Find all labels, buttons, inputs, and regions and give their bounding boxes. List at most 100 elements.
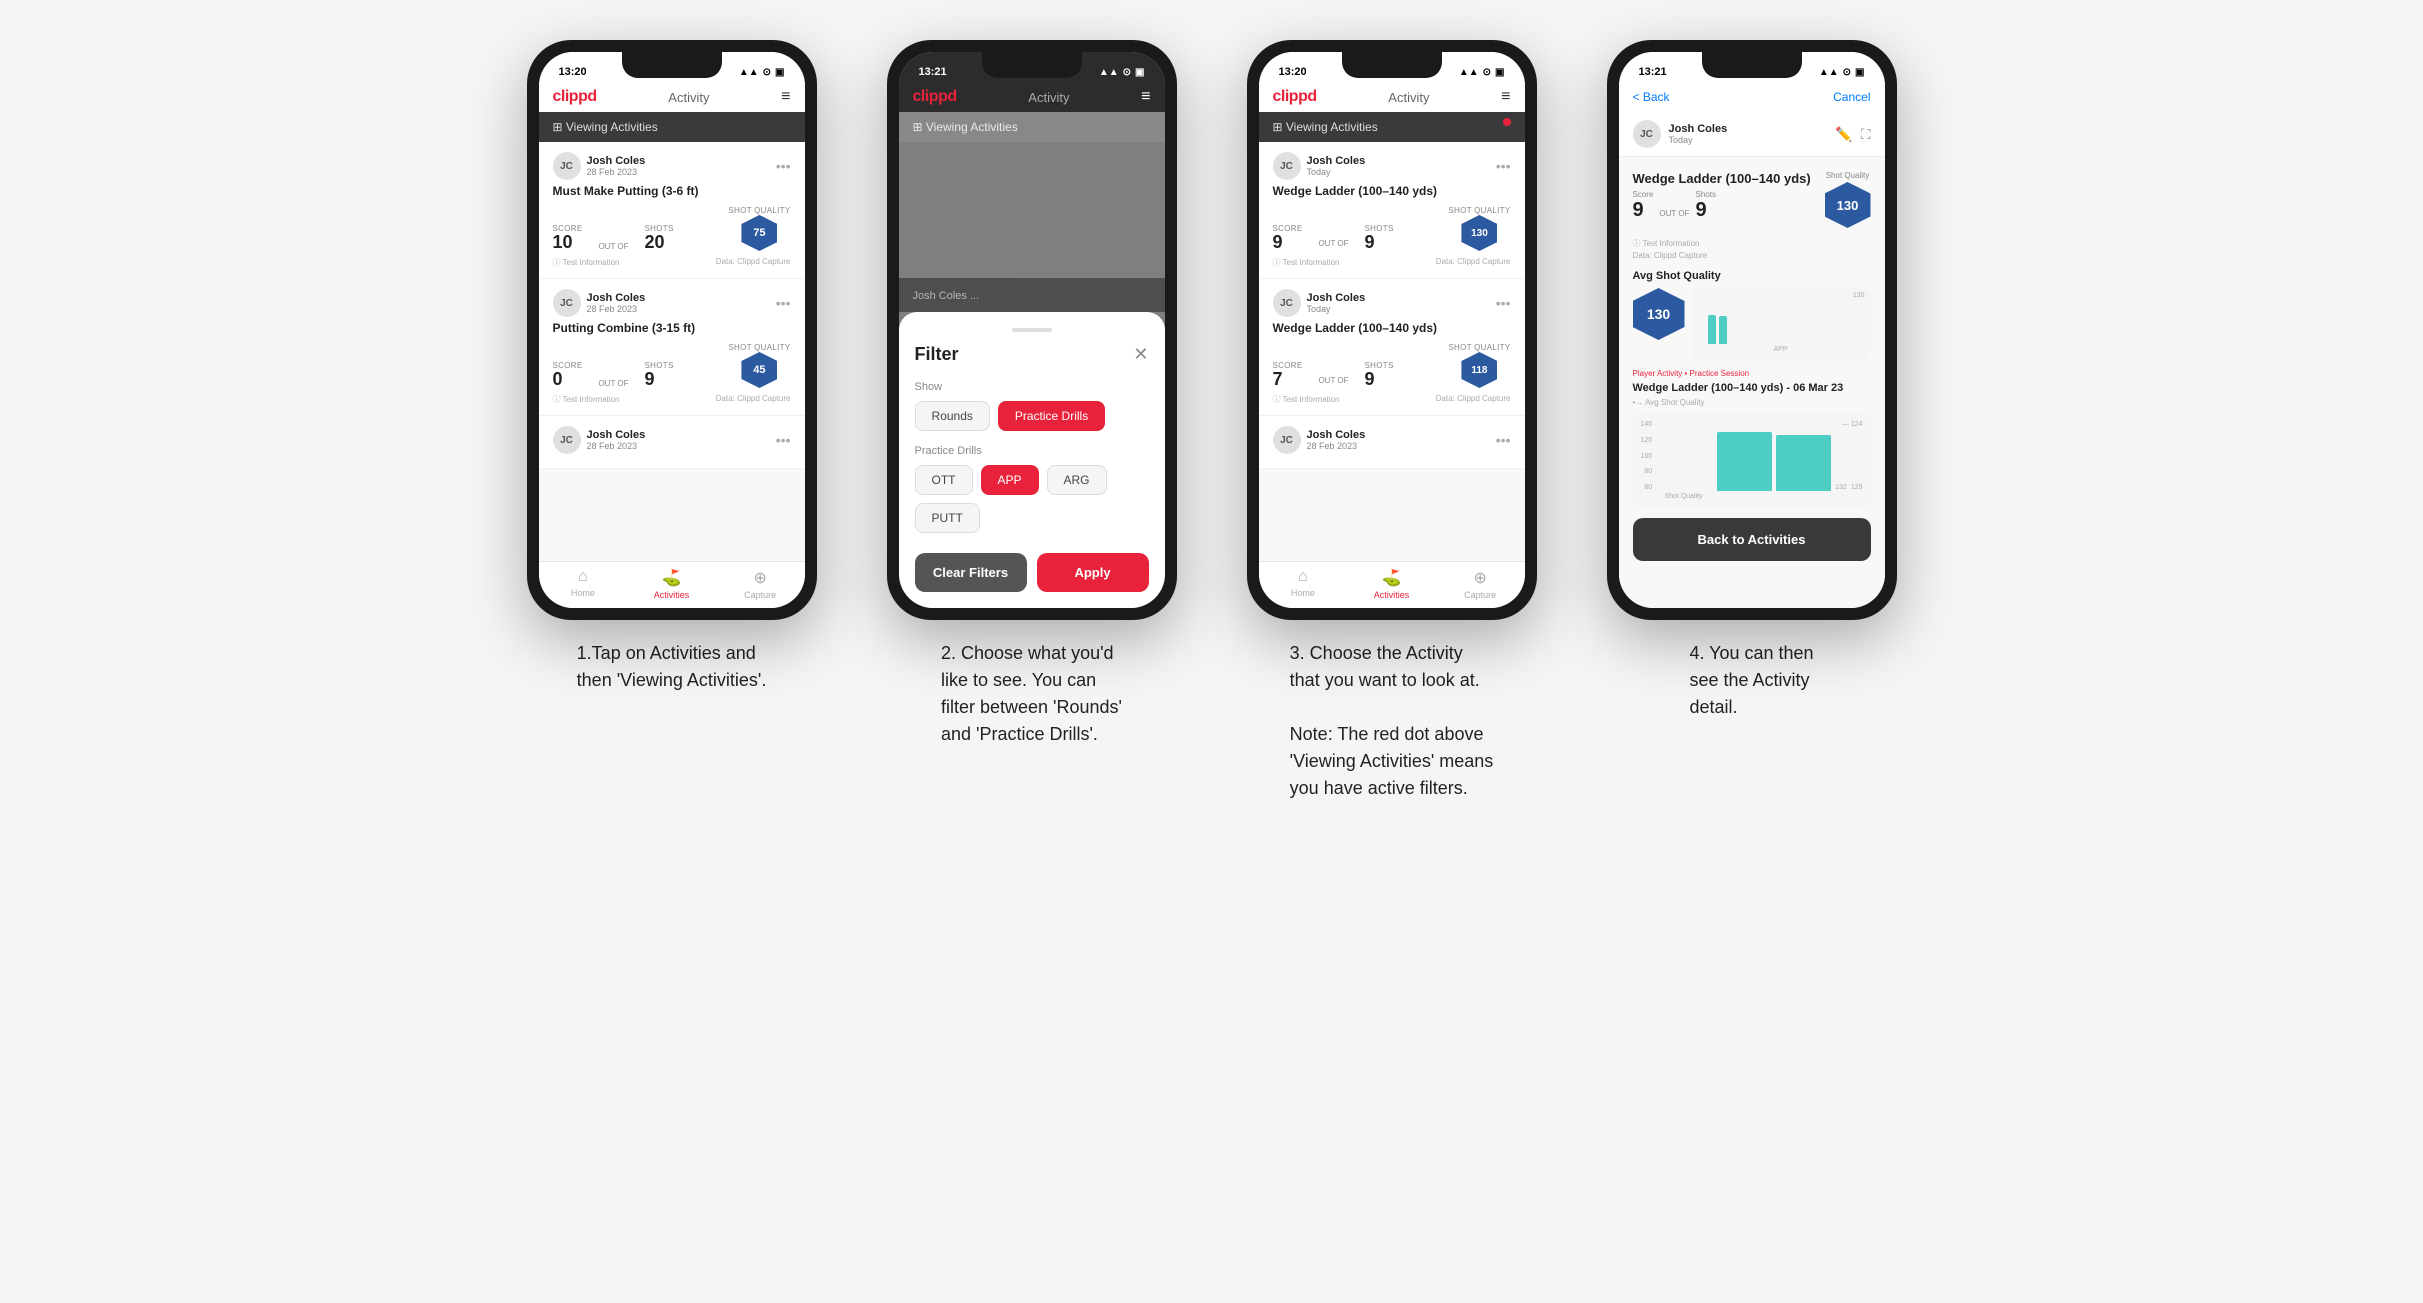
status-time-1: 13:20 [559,66,587,78]
activity-card-2[interactable]: JC Josh Coles 28 Feb 2023 ••• Putting Co… [539,279,805,416]
modal-overlay: Josh Coles ... Filter ✕ Show Rounds Prac… [899,142,1165,608]
session-title: Wedge Ladder (100–140 yds) - 06 Mar 23 [1633,382,1871,394]
header-title-1: Activity [668,90,709,105]
shot-quality-hex-2: 45 [741,352,777,388]
drill-title-4: Wedge Ladder (100–140 yds) [1633,171,1811,186]
stat-shots-3b: Shots 9 [1365,361,1394,388]
filter-btn-arg[interactable]: ARG [1047,465,1107,495]
score-value-4: 9 [1633,199,1644,221]
filter-modal: Filter ✕ Show Rounds Practice Drills Pra… [899,312,1165,608]
nav-activities-1[interactable]: ⛳ Activities [627,568,716,600]
score-value-1: 10 [553,233,583,251]
capture-icon-3: ⊕ [1473,568,1486,588]
cancel-button[interactable]: Cancel [1833,90,1870,104]
user-name-3: Josh Coles [587,429,646,441]
card-dots-2[interactable]: ••• [776,295,791,311]
activity-card-1[interactable]: JC Josh Coles 28 Feb 2023 ••• Must Make … [539,142,805,279]
score-value-3a: 9 [1273,233,1303,251]
user-name-3c: Josh Coles [1307,429,1366,441]
back-to-activities-button[interactable]: Back to Activities [1633,518,1871,561]
card-dots-3c[interactable]: ••• [1496,432,1511,448]
card-title-2: Putting Combine (3-15 ft) [553,321,791,335]
filter-btn-practice-drills[interactable]: Practice Drills [998,401,1105,431]
close-icon[interactable]: ✕ [1133,344,1148,365]
card-dots-1[interactable]: ••• [776,158,791,174]
sub-info-4b: Data: Clippd Capture [1633,251,1871,260]
nav-home-label-1: Home [571,588,595,598]
user-info-3: Josh Coles 28 Feb 2023 [587,429,646,451]
expand-icon[interactable]: ⛶ [1861,126,1871,143]
activities-icon-1: ⛳ [662,568,682,588]
clear-filters-button[interactable]: Clear Filters [915,553,1027,592]
filter-btn-app[interactable]: APP [981,465,1039,495]
show-filter-buttons: Rounds Practice Drills [915,401,1149,431]
viewing-bar-1[interactable]: ⊞ Viewing Activities [539,112,805,142]
modal-header: Filter ✕ [915,344,1149,365]
footer-right-1: Data: Clippd Capture [716,257,791,268]
detail-scroll: Wedge Ladder (100–140 yds) Score 9 OUT O… [1619,157,1885,608]
card-user-3c: JC Josh Coles 28 Feb 2023 [1273,426,1366,454]
activity-card-3a[interactable]: JC Josh Coles Today ••• Wedge Ladder (10… [1259,142,1525,279]
activity-card-3c[interactable]: JC Josh Coles 28 Feb 2023 ••• [1259,416,1525,469]
shot-quality-hex-3b: 118 [1461,352,1497,388]
status-icons-4: ▲▲ ⊙ ▣ [1819,67,1865,78]
battery-icon-4: ▣ [1855,67,1864,78]
status-time-3: 13:20 [1279,66,1307,78]
avatar-4: JC [1633,120,1661,148]
edit-icon[interactable]: ✏️ [1835,126,1852,143]
drill-filter-buttons: OTT APP ARG PUTT [915,465,1149,533]
card-user-2: JC Josh Coles 28 Feb 2023 [553,289,646,317]
user-info-3c: Josh Coles 28 Feb 2023 [1307,429,1366,451]
shot-quality-hex-3a: 130 [1461,215,1497,251]
card-dots-3b[interactable]: ••• [1496,295,1511,311]
menu-icon-1[interactable]: ≡ [781,88,790,106]
y-label-140: 140 [1641,421,1653,428]
signal-icon-2: ▲▲ [1099,67,1119,78]
card-user-3b: JC Josh Coles Today [1273,289,1366,317]
phone-section-1: 13:20 ▲▲ ⊙ ▣ clippd Activity ≡ ⊞ Viewing… [512,40,832,802]
score-value-2: 0 [553,370,583,388]
stat-shots-1: Shots 20 [645,224,674,251]
activity-card-3b[interactable]: JC Josh Coles Today ••• Wedge Ladder (10… [1259,279,1525,416]
card-dots-3[interactable]: ••• [776,432,791,448]
filter-btn-rounds[interactable]: Rounds [915,401,990,431]
shots-value-3b: 9 [1365,370,1394,388]
phone-frame-4: 13:21 ▲▲ ⊙ ▣ < Back Cancel JC [1607,40,1897,620]
nav-capture-3[interactable]: ⊕ Capture [1436,568,1525,600]
card-dots-3a[interactable]: ••• [1496,158,1511,174]
menu-icon-2[interactable]: ≡ [1141,88,1150,106]
shot-quality-hex-1: 75 [741,215,777,251]
apply-button[interactable]: Apply [1037,553,1149,592]
practice-drills-label: Practice Drills [915,445,1149,457]
nav-capture-label-1: Capture [744,590,776,600]
screen-scroll-3: JC Josh Coles Today ••• Wedge Ladder (10… [1259,142,1525,561]
wifi-icon-4: ⊙ [1843,67,1851,78]
filter-btn-ott[interactable]: OTT [915,465,973,495]
viewing-bar-3[interactable]: ⊞ Viewing Activities [1259,112,1525,142]
logo-2: clippd [913,88,957,106]
nav-home-1[interactable]: ⌂ Home [539,568,628,600]
avg-quality-label: Avg Shot Quality [1633,270,1871,282]
avatar-3b: JC [1273,289,1301,317]
nav-capture-1[interactable]: ⊕ Capture [716,568,805,600]
user-date-4: Today [1669,135,1728,145]
card-footer-3a: ⓘ Test Information Data: Clippd Capture [1273,257,1511,268]
quality-col-label-4: Shot Quality [1826,171,1870,180]
nav-activities-3[interactable]: ⛳ Activities [1347,568,1436,600]
stat-score-2: Score 0 [553,361,583,388]
user-name-3a: Josh Coles [1307,155,1366,167]
footer-left-2: ⓘ Test Information [553,394,620,405]
phone-frame-2: 13:21 ▲▲ ⊙ ▣ clippd Activity ≡ ⊞ Viewing… [887,40,1177,620]
big-bar-3 [1776,435,1831,491]
app-header-2: clippd Activity ≡ [899,82,1165,112]
phone-section-2: 13:21 ▲▲ ⊙ ▣ clippd Activity ≡ ⊞ Viewing… [872,40,1192,802]
menu-icon-3[interactable]: ≡ [1501,88,1510,106]
back-button[interactable]: < Back [1633,90,1670,104]
outof-label-4: OUT OF [1659,209,1689,222]
signal-icon-4: ▲▲ [1819,67,1839,78]
activity-card-3[interactable]: JC Josh Coles 28 Feb 2023 ••• [539,416,805,469]
player-activity-label: Player Activity • Practice Session [1633,369,1871,378]
viewing-bar-2[interactable]: ⊞ Viewing Activities [899,112,1165,142]
filter-btn-putt[interactable]: PUTT [915,503,980,533]
nav-home-3[interactable]: ⌂ Home [1259,568,1348,600]
